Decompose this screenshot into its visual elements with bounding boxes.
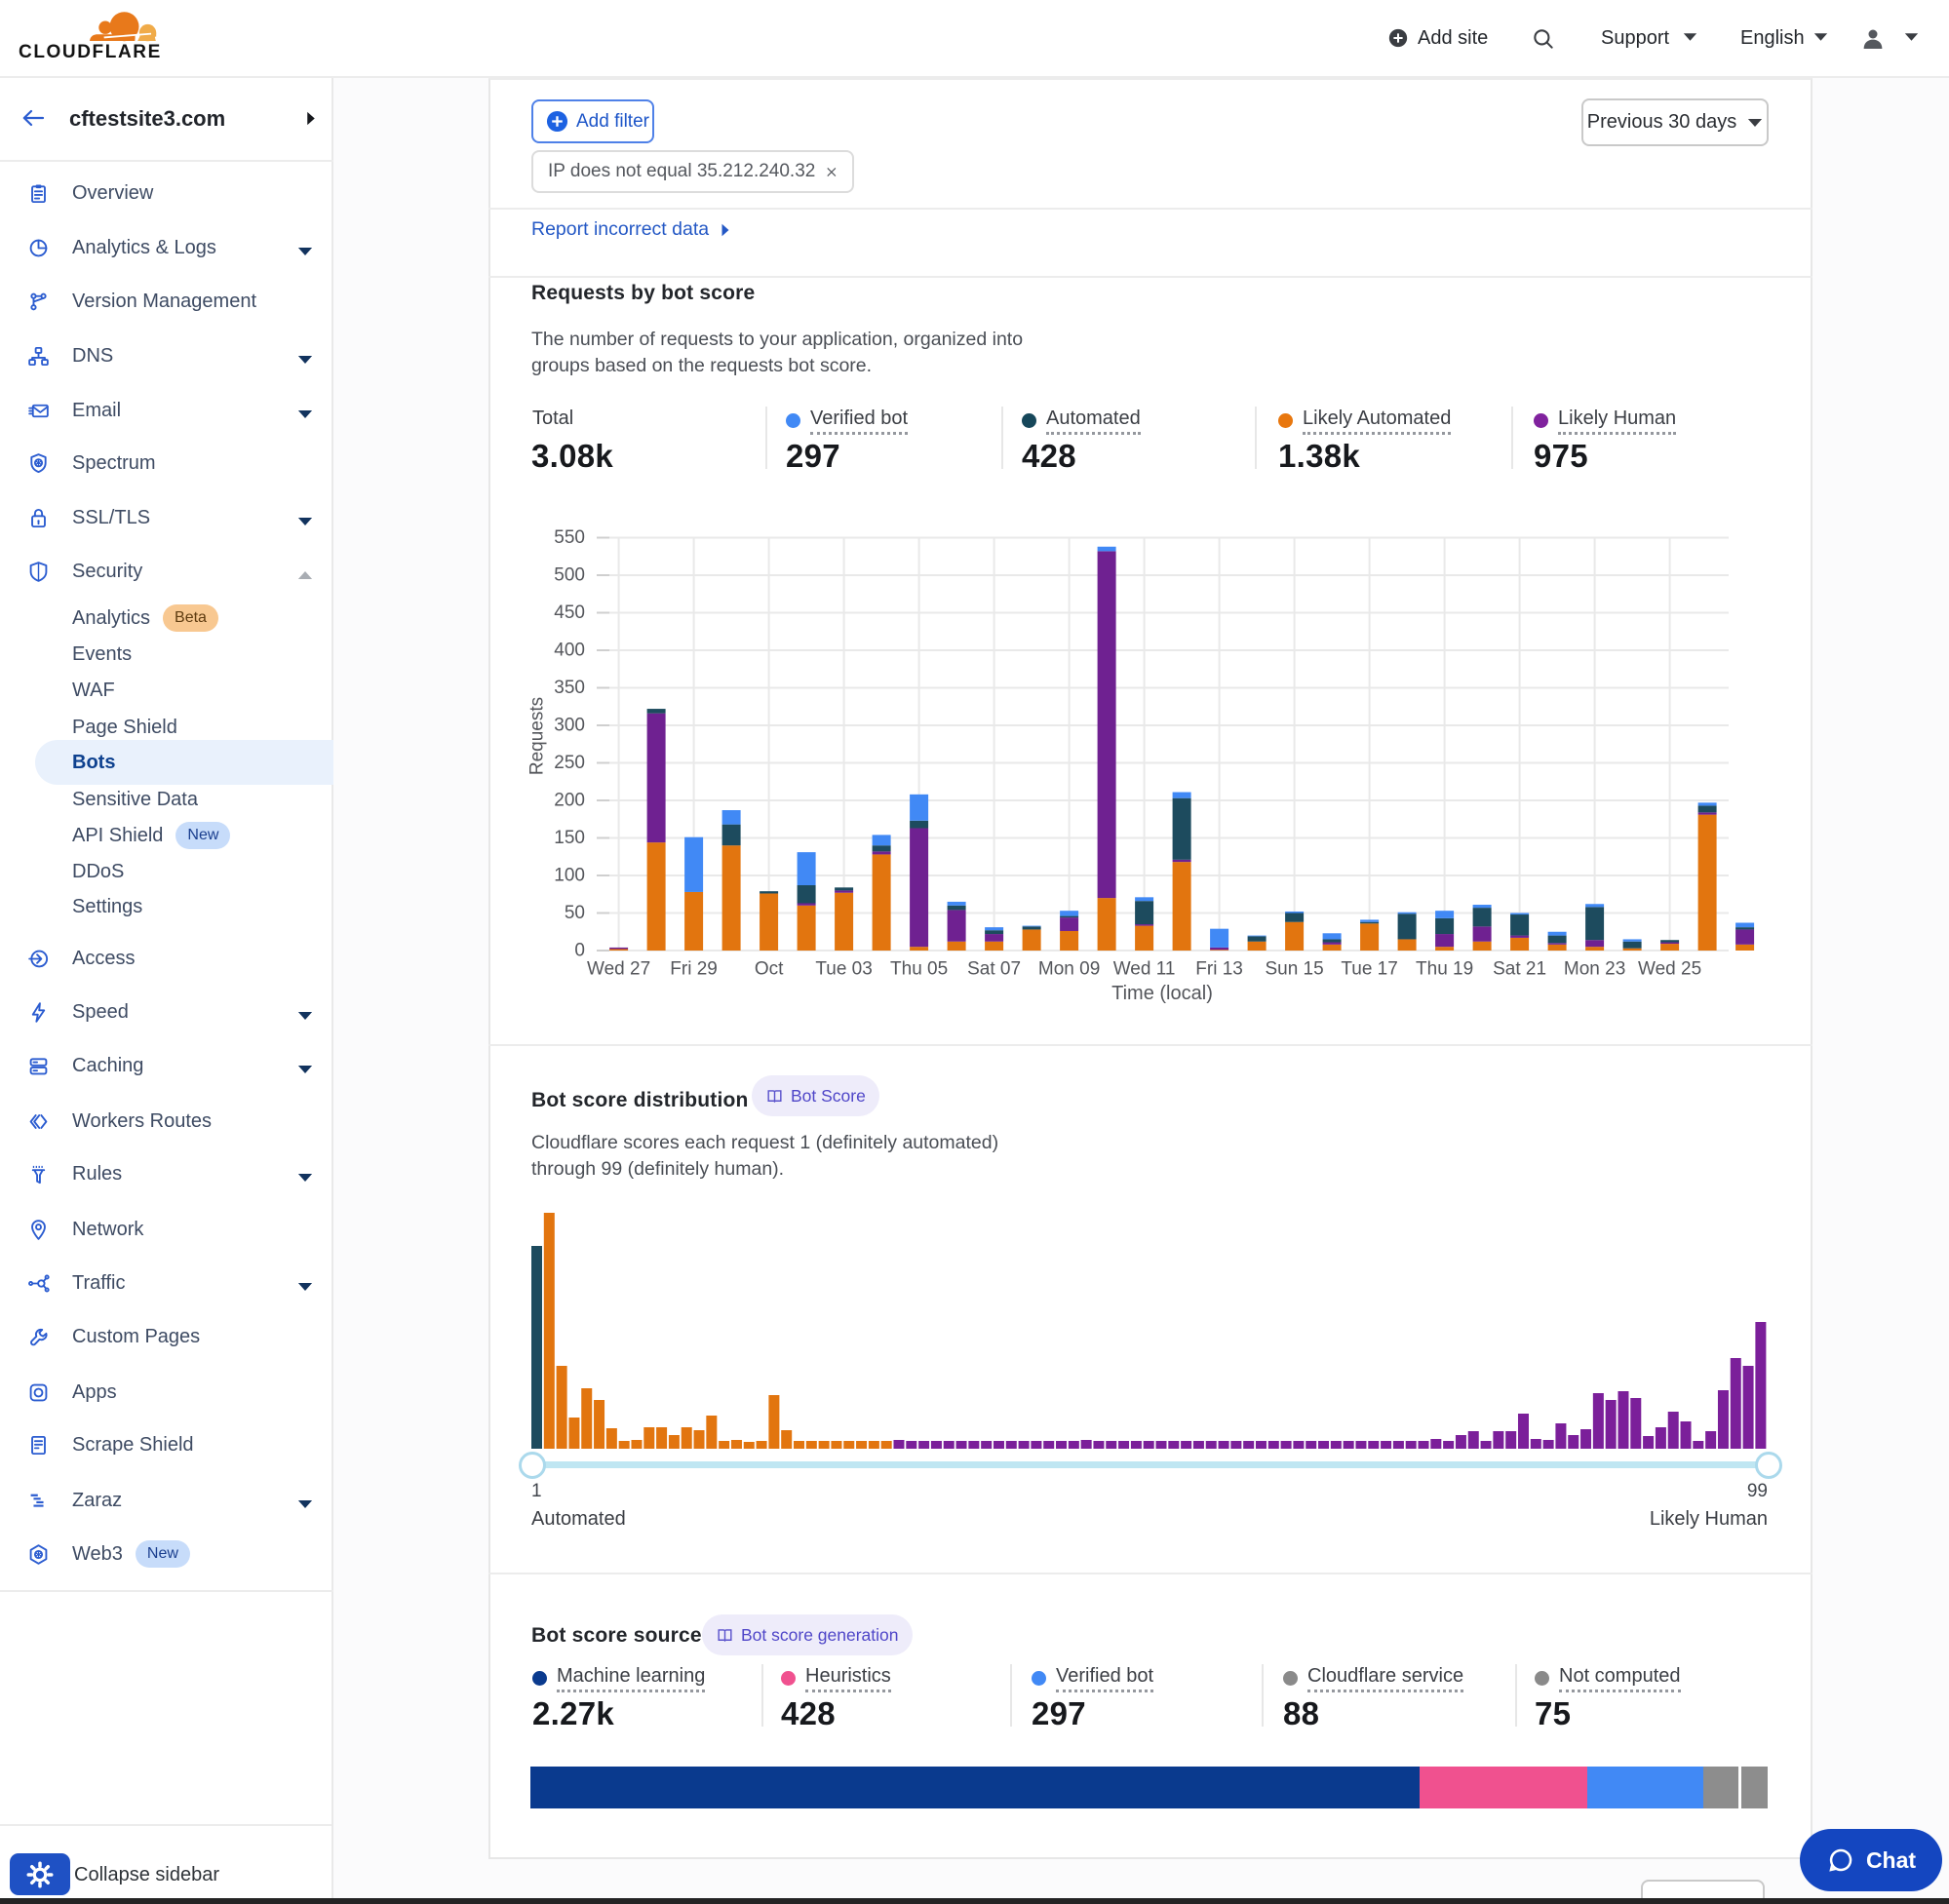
svg-text:Fri 13: Fri 13 xyxy=(1195,959,1243,980)
svg-text:Wed 11: Wed 11 xyxy=(1113,959,1176,980)
svg-text:Fri 29: Fri 29 xyxy=(670,959,718,980)
svg-text:Wed 25: Wed 25 xyxy=(1638,959,1701,980)
svg-text:Requests: Requests xyxy=(527,697,548,775)
svg-text:550: 550 xyxy=(554,527,585,548)
svg-text:Tue 03: Tue 03 xyxy=(815,959,872,980)
svg-text:Oct: Oct xyxy=(755,959,784,980)
svg-text:400: 400 xyxy=(554,641,585,661)
svg-text:Sun 15: Sun 15 xyxy=(1265,959,1323,980)
svg-text:Sat 07: Sat 07 xyxy=(967,959,1021,980)
svg-text:50: 50 xyxy=(565,903,585,923)
svg-text:150: 150 xyxy=(554,828,585,848)
svg-text:Time (local): Time (local) xyxy=(1111,983,1213,1004)
svg-text:0: 0 xyxy=(574,941,585,961)
svg-text:Sat 21: Sat 21 xyxy=(1493,959,1546,980)
svg-text:450: 450 xyxy=(554,602,585,623)
svg-text:Thu 05: Thu 05 xyxy=(890,959,948,980)
svg-text:Mon 09: Mon 09 xyxy=(1038,959,1100,980)
svg-text:200: 200 xyxy=(554,791,585,811)
svg-text:350: 350 xyxy=(554,678,585,698)
svg-text:100: 100 xyxy=(554,866,585,886)
svg-text:500: 500 xyxy=(554,565,585,586)
svg-text:Mon 23: Mon 23 xyxy=(1564,959,1625,980)
svg-text:Wed 27: Wed 27 xyxy=(587,959,650,980)
svg-text:250: 250 xyxy=(554,753,585,773)
svg-text:Thu 19: Thu 19 xyxy=(1416,959,1473,980)
svg-text:300: 300 xyxy=(554,716,585,736)
svg-text:Tue 17: Tue 17 xyxy=(1341,959,1397,980)
